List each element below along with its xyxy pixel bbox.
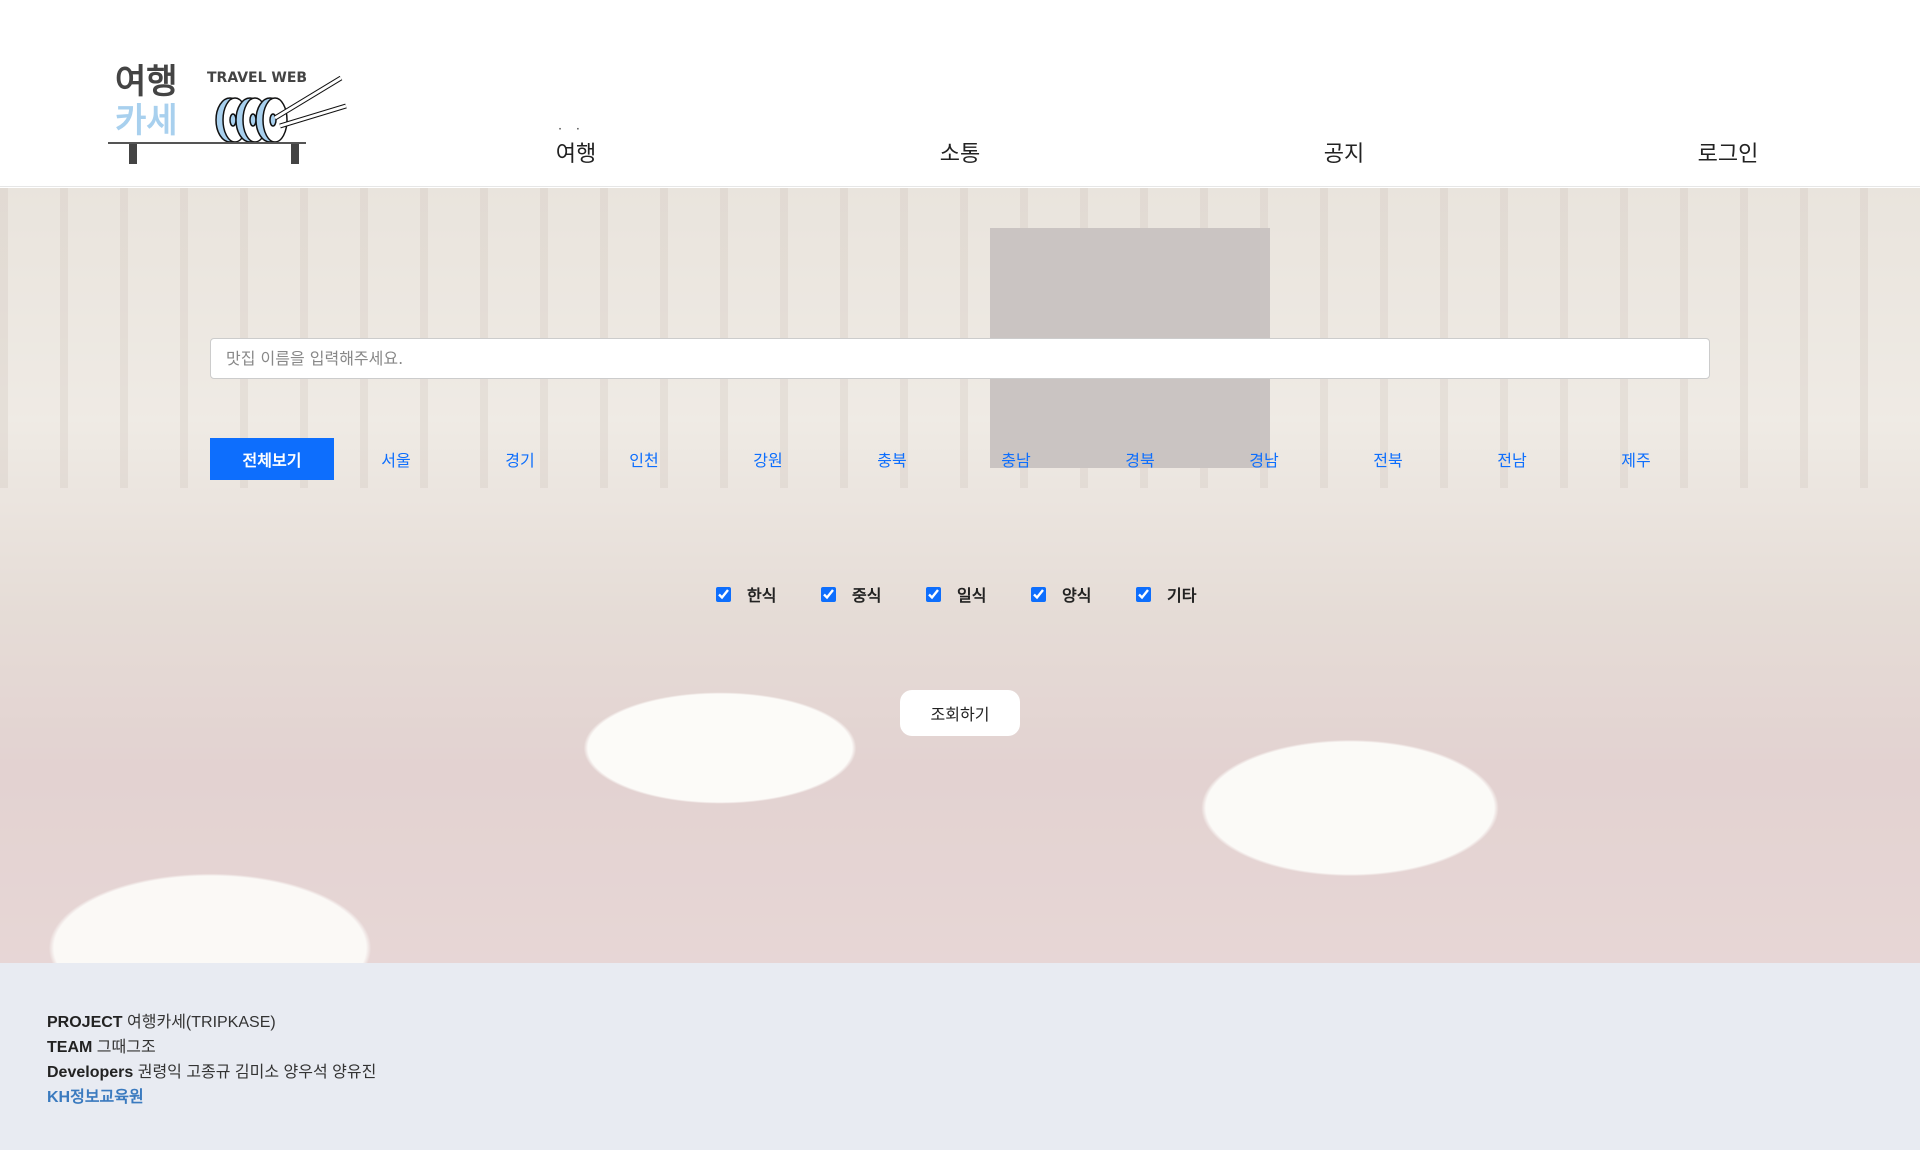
region-chungnam[interactable]: 충남	[954, 438, 1078, 480]
checkbox[interactable]	[926, 586, 941, 602]
nav-travel[interactable]: ·· 여행	[555, 122, 597, 168]
category-label: 기타	[1167, 586, 1197, 605]
category-other[interactable]: 기타	[1136, 582, 1241, 606]
footer: PROJECT 여행카세(TRIPKASE) TEAM 그때그조 Develop…	[0, 963, 1920, 1150]
value: 여행카세(TRIPKASE)	[127, 1014, 276, 1031]
category-korean[interactable]: 한식	[716, 582, 821, 606]
nav-notice[interactable]: 공지	[1324, 136, 1364, 168]
region-incheon[interactable]: 인천	[582, 438, 706, 480]
category-label: 일식	[957, 586, 987, 605]
dots-decoration: ··	[558, 122, 594, 136]
value: 그때그조	[96, 1039, 156, 1056]
region-jeju[interactable]: 제주	[1574, 438, 1698, 480]
hero-section	[0, 188, 1920, 963]
search-button[interactable]: 조회하기	[900, 690, 1020, 736]
svg-text:여행: 여행	[115, 62, 178, 102]
category-label: 양식	[1062, 586, 1092, 605]
footer-team: TEAM 그때그조	[47, 1035, 1920, 1060]
search-input[interactable]	[210, 338, 1710, 379]
region-gyeongnam[interactable]: 경남	[1202, 438, 1326, 480]
checkbox[interactable]	[1031, 586, 1046, 602]
region-gyeongbuk[interactable]: 경북	[1078, 438, 1202, 480]
region-filter: 전체보기 서울 경기 인천 강원 충북 충남 경북 경남 전북 전남 제주	[210, 438, 1698, 480]
checkbox[interactable]	[716, 586, 731, 602]
footer-org: KH정보교육원	[47, 1089, 144, 1106]
footer-project: PROJECT 여행카세(TRIPKASE)	[47, 1010, 1920, 1035]
region-seoul[interactable]: 서울	[334, 438, 458, 480]
category-chinese[interactable]: 중식	[821, 582, 926, 606]
region-gangwon[interactable]: 강원	[706, 438, 830, 480]
value: 권령익 고종규 김미소 양우석 양유진	[137, 1064, 377, 1081]
category-filter: 한식 중식 일식 양식 기타	[716, 582, 1241, 606]
region-jeonnam[interactable]: 전남	[1450, 438, 1574, 480]
category-label: 중식	[852, 586, 882, 605]
region-all[interactable]: 전체보기	[210, 438, 334, 480]
label: TEAM	[47, 1039, 93, 1056]
region-jeonbuk[interactable]: 전북	[1326, 438, 1450, 480]
label: Developers	[47, 1064, 134, 1081]
checkbox[interactable]	[821, 586, 836, 602]
region-gyeonggi[interactable]: 경기	[458, 438, 582, 480]
label: PROJECT	[47, 1014, 123, 1031]
category-japanese[interactable]: 일식	[926, 582, 1031, 606]
nav-community[interactable]: 소통	[940, 136, 980, 168]
svg-text:카세: 카세	[115, 101, 178, 141]
category-label: 한식	[747, 586, 777, 605]
nav-login[interactable]: 로그인	[1698, 136, 1759, 168]
checkbox[interactable]	[1136, 586, 1151, 602]
category-western[interactable]: 양식	[1031, 582, 1136, 606]
nav-label: 여행	[555, 142, 597, 167]
svg-text:TRAVEL WEB: TRAVEL WEB	[207, 70, 307, 86]
background-overlay	[0, 188, 1920, 963]
region-chungbuk[interactable]: 충북	[830, 438, 954, 480]
logo[interactable]: 여행 카세 TRAVEL WEB	[105, 60, 385, 165]
header: 여행 카세 TRAVEL WEB ·· 여행 소통 공지 로그인	[0, 0, 1920, 187]
footer-developers: Developers 권령익 고종규 김미소 양우석 양유진	[47, 1060, 1920, 1085]
